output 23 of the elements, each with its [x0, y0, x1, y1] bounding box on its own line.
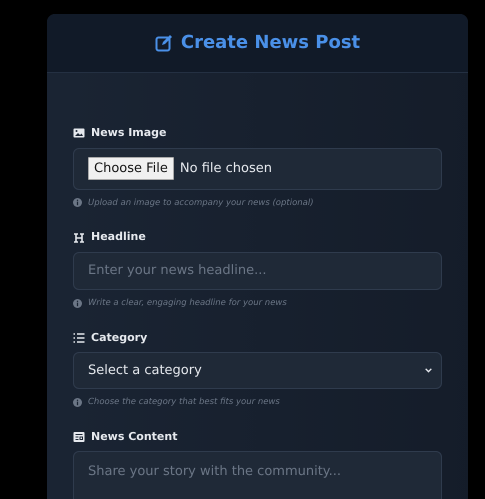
image-icon — [73, 127, 85, 140]
category-select[interactable]: Select a category — [73, 352, 442, 389]
heading-icon — [73, 232, 85, 244]
content-textarea[interactable]: Share your story with the community... — [73, 451, 442, 499]
info-icon — [73, 398, 82, 407]
field-label: Headline — [91, 229, 146, 246]
field-label: News Content — [91, 428, 178, 445]
chevron-down-icon — [424, 366, 433, 375]
choose-file-button[interactable]: Choose File — [88, 156, 174, 180]
help-text: Write a clear, engaging headline for your news — [88, 296, 287, 310]
headline-input[interactable]: Enter your news headline... — [73, 252, 442, 290]
info-icon — [73, 198, 82, 208]
page-title: Create News Post — [180, 32, 360, 54]
file-status: No file chosen — [180, 160, 272, 178]
list-icon — [73, 332, 85, 344]
newspaper-icon — [73, 431, 85, 443]
field-label: News Image — [91, 125, 167, 141]
edit-icon — [154, 34, 173, 52]
file-input[interactable]: Choose File No file chosen — [73, 148, 442, 190]
help-text: Upload an image to accompany your news (optional) — [88, 196, 314, 210]
field-label: Category — [91, 330, 148, 346]
help-text: Choose the category that best fits your news — [88, 396, 280, 409]
info-icon — [73, 298, 82, 308]
